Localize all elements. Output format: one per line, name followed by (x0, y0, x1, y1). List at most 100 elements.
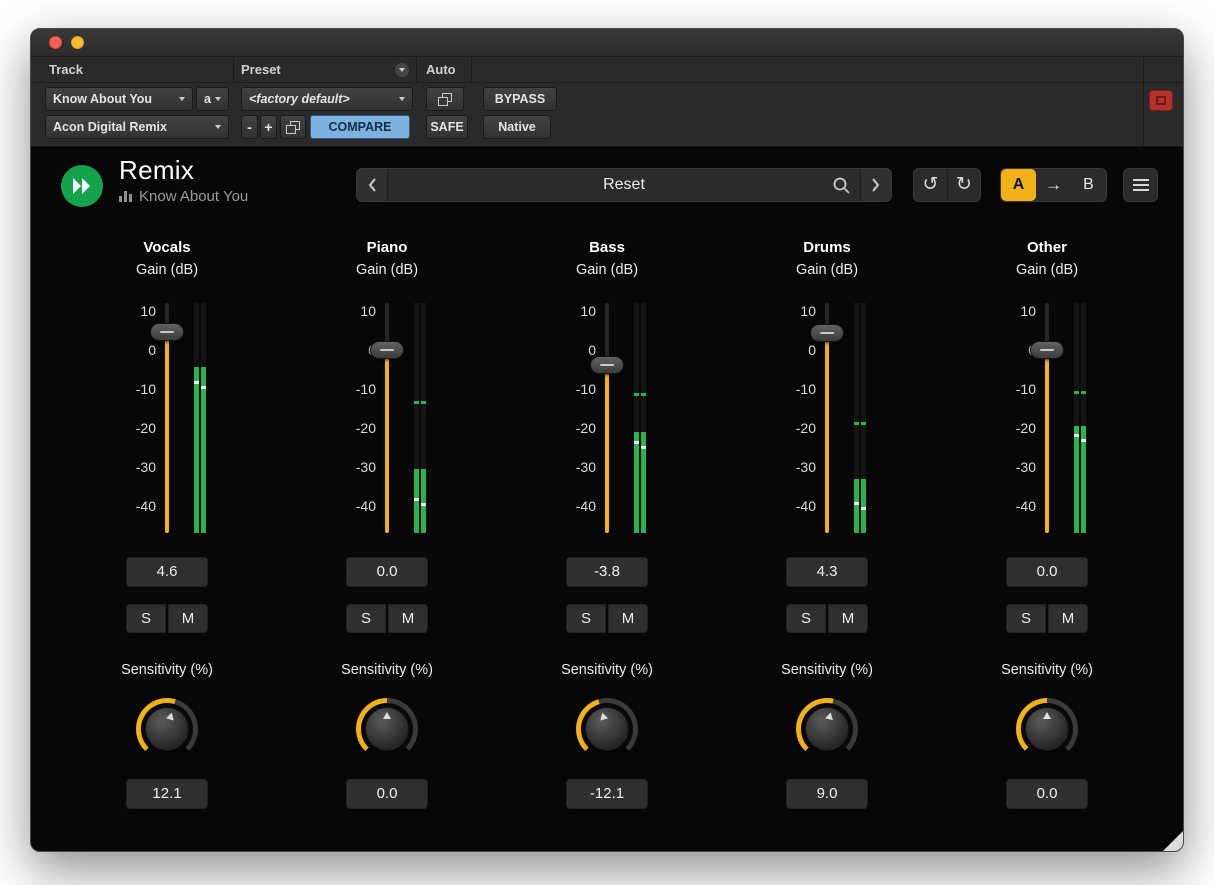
sensitivity-value[interactable]: 0.0 (346, 779, 428, 809)
divider (1143, 83, 1144, 146)
preset-copy-button[interactable] (280, 115, 306, 139)
gain-fader[interactable] (810, 303, 844, 533)
gain-slider-block: 100-10-20-30-40 (277, 303, 497, 533)
plugin-selector[interactable]: Acon Digital Remix (45, 115, 229, 139)
previous-preset-button[interactable] (357, 169, 388, 201)
preset-menu-button[interactable] (394, 62, 410, 78)
next-preset-button[interactable] (860, 169, 891, 201)
redo-button[interactable]: ↻ (947, 169, 980, 201)
gain-unit-label: Gain (dB) (497, 261, 717, 279)
playlist-selector[interactable]: a (196, 87, 229, 111)
sensitivity-label: Sensitivity (%) (57, 661, 277, 679)
sensitivity-label: Sensitivity (%) (277, 661, 497, 679)
sensitivity-value[interactable]: 0.0 (1006, 779, 1088, 809)
sensitivity-label: Sensitivity (%) (717, 661, 937, 679)
knob-pointer-icon (1043, 712, 1051, 719)
titlebar[interactable] (31, 29, 1183, 57)
solo-button[interactable]: S (566, 604, 606, 633)
fader-fill (165, 332, 169, 533)
gain-value[interactable]: 4.3 (786, 557, 868, 587)
preset-decrement-button[interactable]: - (241, 115, 258, 139)
channel-name: Piano (277, 239, 497, 257)
preset-increment-button[interactable]: + (260, 115, 277, 139)
solo-mute-row: S M (717, 604, 937, 633)
mute-button[interactable]: M (168, 604, 208, 633)
target-icon (1156, 96, 1166, 105)
mute-button[interactable]: M (388, 604, 428, 633)
undo-button[interactable]: ↺ (914, 169, 947, 201)
safe-button[interactable]: SAFE (426, 115, 468, 139)
minimize-button[interactable] (71, 36, 84, 49)
hamburger-icon (1133, 179, 1149, 191)
gain-value[interactable]: 4.6 (126, 557, 208, 587)
close-button[interactable] (49, 36, 62, 49)
solo-button[interactable]: S (1006, 604, 1046, 633)
copy-icon (286, 121, 300, 134)
plugin-selector-label: Acon Digital Remix (53, 120, 167, 134)
meter-bar-right (1081, 303, 1086, 533)
channel-strip: Drums Gain (dB) 100-10-20-30-40 4.3 S M (717, 227, 937, 809)
solo-button[interactable]: S (126, 604, 166, 633)
ab-copy-arrow-icon[interactable]: → (1036, 169, 1071, 201)
gain-fader[interactable] (150, 303, 184, 533)
gain-fader[interactable] (1030, 303, 1064, 533)
mute-button[interactable]: M (1048, 604, 1088, 633)
fader-handle[interactable] (1030, 341, 1064, 359)
fader-handle[interactable] (810, 324, 844, 342)
gain-fader[interactable] (590, 303, 624, 533)
fader-fill (605, 365, 609, 533)
fader-fill (1045, 350, 1049, 533)
sensitivity-knob[interactable] (136, 698, 198, 760)
preset-selector-label: <factory default> (249, 92, 350, 106)
bypass-button[interactable]: BYPASS (483, 87, 557, 111)
ab-a-button[interactable]: A (1001, 169, 1036, 201)
sensitivity-knob[interactable] (576, 698, 638, 760)
mute-button[interactable]: M (828, 604, 868, 633)
gain-slider-block: 100-10-20-30-40 (497, 303, 717, 533)
compare-button[interactable]: COMPARE (310, 115, 410, 139)
gain-value[interactable]: 0.0 (1006, 557, 1088, 587)
fader-fill (385, 350, 389, 533)
search-icon[interactable] (832, 176, 851, 200)
channel-name: Vocals (57, 239, 277, 257)
sensitivity-knob[interactable] (796, 698, 858, 760)
preset-name-field[interactable]: Reset (388, 169, 860, 201)
fader-handle[interactable] (370, 341, 404, 359)
knob-pointer-icon (166, 712, 176, 721)
resize-grip[interactable] (1163, 831, 1183, 851)
preset-selector[interactable]: <factory default> (241, 87, 413, 111)
mute-button[interactable]: M (608, 604, 648, 633)
auto-window-button[interactable] (426, 87, 464, 111)
sensitivity-value[interactable]: 12.1 (126, 779, 208, 809)
gain-fader[interactable] (370, 303, 404, 533)
sensitivity-value[interactable]: 9.0 (786, 779, 868, 809)
menu-button[interactable] (1123, 168, 1158, 202)
plugin-window: Track Preset Auto Know About You a Acon … (30, 28, 1184, 852)
auto-section-label: Auto (426, 62, 456, 77)
level-meter (1074, 303, 1087, 533)
fader-handle[interactable] (150, 323, 184, 341)
sensitivity-value[interactable]: -12.1 (566, 779, 648, 809)
meter-bar-left (634, 303, 639, 533)
track-selector[interactable]: Know About You (45, 87, 193, 111)
sensitivity-knob[interactable] (356, 698, 418, 760)
sensitivity-knob[interactable] (1016, 698, 1078, 760)
fader-handle[interactable] (590, 356, 624, 374)
solo-button[interactable]: S (786, 604, 826, 633)
gain-value[interactable]: -3.8 (566, 557, 648, 587)
preset-section-label: Preset (241, 62, 281, 77)
ab-b-button[interactable]: B (1071, 169, 1106, 201)
gain-unit-label: Gain (dB) (717, 261, 937, 279)
solo-button[interactable]: S (346, 604, 386, 633)
meter-bar-left (854, 303, 859, 533)
gain-value[interactable]: 0.0 (346, 557, 428, 587)
native-button[interactable]: Native (483, 115, 551, 139)
channel-name: Bass (497, 239, 717, 257)
target-button[interactable] (1149, 90, 1173, 111)
solo-mute-row: S M (277, 604, 497, 633)
level-meter (194, 303, 207, 533)
meter-bar-left (1074, 303, 1079, 533)
meter-bar-right (201, 303, 206, 533)
caret-down-icon (215, 125, 221, 129)
sensitivity-label: Sensitivity (%) (937, 661, 1157, 679)
